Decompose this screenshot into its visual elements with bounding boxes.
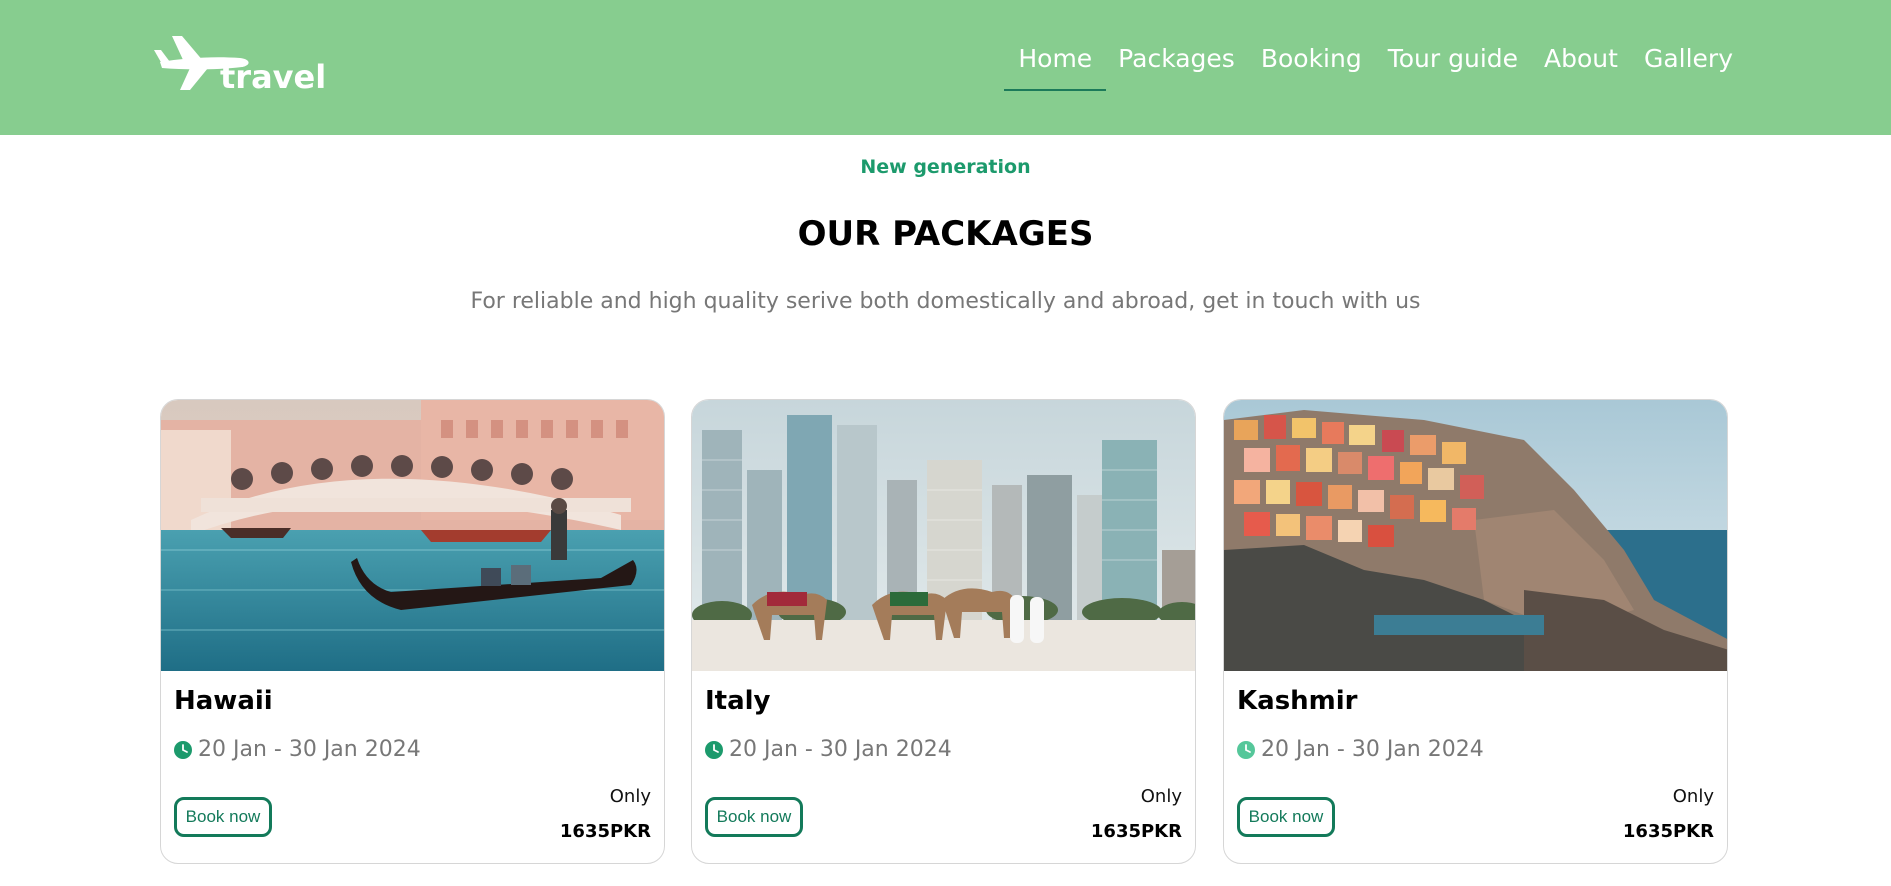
package-date: 20 Jan - 30 Jan 2024: [729, 737, 952, 762]
package-date-row: 20 Jan - 30 Jan 2024: [705, 737, 952, 762]
book-now-button[interactable]: Book now: [174, 797, 272, 837]
nav-gallery[interactable]: Gallery: [1644, 40, 1733, 91]
section-subtitle: For reliable and high quality serive bot…: [470, 289, 1421, 314]
clock-icon: [705, 740, 723, 759]
top-navbar: travel Home Packages Booking Tour guide …: [0, 0, 1891, 135]
package-card-kashmir: Kashmir 20 Jan - 30 Jan 2024 Book now On…: [1223, 399, 1728, 864]
nav-packages[interactable]: Packages: [1118, 40, 1235, 91]
package-card-hawaii: Hawaii 20 Jan - 30 Jan 2024 Book now Onl…: [160, 399, 665, 864]
package-name: Kashmir: [1237, 686, 1358, 716]
package-date-row: 20 Jan - 30 Jan 2024: [174, 737, 421, 762]
package-date: 20 Jan - 30 Jan 2024: [1261, 737, 1484, 762]
section-title: OUR PACKAGES: [797, 214, 1094, 254]
site-logo[interactable]: travel: [154, 32, 330, 96]
nav-tour-guide[interactable]: Tour guide: [1388, 40, 1518, 91]
price-prefix: Only: [1140, 786, 1182, 807]
package-card-italy: Italy 20 Jan - 30 Jan 2024 Book now Only…: [691, 399, 1196, 864]
package-date: 20 Jan - 30 Jan 2024: [198, 737, 421, 762]
package-image-skyline[interactable]: [692, 400, 1196, 671]
package-price: 1635PKR: [1622, 821, 1714, 842]
package-image-canal[interactable]: [161, 400, 665, 671]
nav-booking[interactable]: Booking: [1261, 40, 1362, 91]
package-image-cliff-village[interactable]: [1224, 400, 1728, 671]
book-now-button[interactable]: Book now: [1237, 797, 1335, 837]
section-eyebrow: New generation: [860, 156, 1031, 178]
package-name: Hawaii: [174, 686, 273, 716]
package-date-row: 20 Jan - 30 Jan 2024: [1237, 737, 1484, 762]
package-price: 1635PKR: [559, 821, 651, 842]
nav-home[interactable]: Home: [1004, 40, 1106, 91]
book-now-button[interactable]: Book now: [705, 797, 803, 837]
price-prefix: Only: [1672, 786, 1714, 807]
package-name: Italy: [705, 686, 771, 716]
clock-icon: [174, 740, 192, 759]
clock-icon: [1237, 740, 1255, 759]
nav-about[interactable]: About: [1544, 40, 1618, 91]
package-price: 1635PKR: [1090, 821, 1182, 842]
main-nav: Home Packages Booking Tour guide About G…: [1004, 40, 1733, 91]
logo-text: travel: [220, 58, 327, 96]
price-prefix: Only: [609, 786, 651, 807]
